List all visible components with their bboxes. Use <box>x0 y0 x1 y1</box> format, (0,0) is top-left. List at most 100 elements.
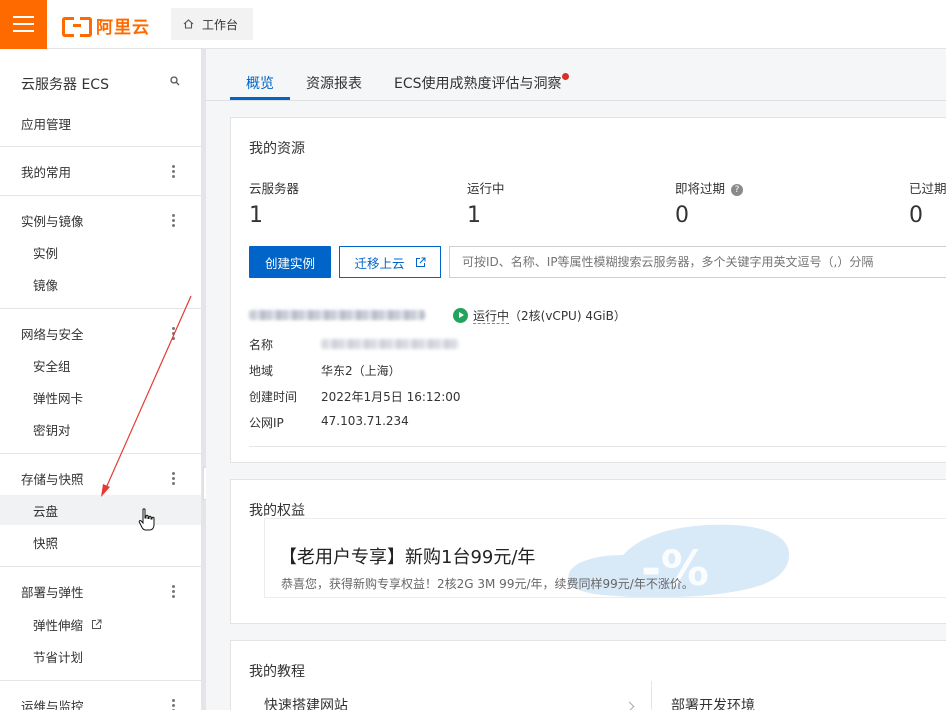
more-icon[interactable] <box>172 585 175 598</box>
sidebar-divider <box>0 146 201 147</box>
promo-subtitle: 恭喜您，获得新购专享权益！2核2G 3M 99元/年，续费同样99元/年不涨价。 <box>281 577 694 591</box>
divider <box>249 446 946 447</box>
my-benefits-card: 我的权益 -% 【老用户专享】新购1台99元/年 恭喜您，获得新购专享权益！2核… <box>230 479 946 624</box>
migrate-button[interactable]: 迁移上云 <box>339 246 441 278</box>
active-tab-indicator <box>230 97 290 100</box>
sidebar-item-label: 节省计划 <box>33 649 84 665</box>
external-link-icon <box>415 257 425 267</box>
sidebar-group-ops-monitor[interactable]: 运维与监控 <box>0 690 201 710</box>
sidebar-item-keypairs[interactable]: 密钥对 <box>0 414 201 444</box>
sidebar-group-label: 网络与安全 <box>21 326 84 342</box>
stat-label-servers: 云服务器 <box>249 181 300 196</box>
aliyun-logo[interactable]: 阿里云 <box>62 14 150 38</box>
workbench-button[interactable]: 工作台 <box>171 8 253 40</box>
hand-cursor-icon <box>138 508 155 531</box>
tab-resource-report[interactable]: 资源报表 <box>306 73 362 101</box>
sidebar-item-auto-scaling[interactable]: 弹性伸缩 <box>0 609 201 639</box>
field-value-public-ip: 47.103.71.234 <box>321 414 409 428</box>
sidebar-item-instances[interactable]: 实例 <box>0 237 201 267</box>
sidebar-item-label: 实例 <box>33 245 59 261</box>
migrate-button-label: 迁移上云 <box>354 255 405 271</box>
sidebar-group-label: 运维与监控 <box>21 698 84 710</box>
sidebar-group-network-security[interactable]: 网络与安全 <box>0 318 201 348</box>
main-content: 概览 资源报表 ECS使用成熟度评估与洞察 我的资源 云服务器 1 运行中 1 … <box>206 49 946 710</box>
stat-value-expired[interactable]: 0 <box>909 203 923 228</box>
sidebar-item-label: 密钥对 <box>33 422 71 438</box>
tutorial-dev-env[interactable]: 部署开发环境 <box>671 695 755 710</box>
sidebar-item-label: 云盘 <box>33 503 59 519</box>
tab-bar: 概览 资源报表 ECS使用成熟度评估与洞察 <box>206 49 946 101</box>
status-label: 运行中 <box>473 309 510 324</box>
sidebar-item-app-management[interactable]: 应用管理 <box>0 108 201 138</box>
sidebar-group-deploy-elastic[interactable]: 部署与弹性 <box>0 576 201 606</box>
sidebar-item-snapshots[interactable]: 快照 <box>0 527 201 557</box>
stat-value-expiring[interactable]: 0 <box>675 203 689 228</box>
stat-label-expiring: 即将过期? <box>675 178 744 197</box>
sidebar-item-label: 弹性伸缩 <box>33 617 84 633</box>
field-value-created: 2022年1月5日 16:12:00 <box>321 390 461 404</box>
stat-label-running: 运行中 <box>467 181 505 196</box>
sidebar-item-label: 快照 <box>33 535 59 551</box>
more-icon[interactable] <box>172 214 175 227</box>
chevron-right-icon <box>624 701 635 710</box>
notification-dot <box>562 73 569 80</box>
instance-spec: （2核(vCPU) 4GiB） <box>509 309 626 323</box>
more-icon[interactable] <box>172 472 175 485</box>
help-icon[interactable]: ? <box>731 184 744 196</box>
sidebar-item-security-groups[interactable]: 安全组 <box>0 350 201 380</box>
instance-name-blurred <box>321 339 459 349</box>
field-key-public-ip: 公网IP <box>249 416 284 430</box>
sidebar-group-instances-images[interactable]: 实例与镜像 <box>0 205 201 235</box>
promo-banner[interactable]: -% 【老用户专享】新购1台99元/年 恭喜您，获得新购专享权益！2核2G 3M… <box>264 518 946 598</box>
more-icon[interactable] <box>172 165 175 178</box>
sidebar-divider <box>0 680 201 681</box>
running-status-icon <box>453 308 468 323</box>
search-icon[interactable] <box>170 76 180 86</box>
menu-button[interactable] <box>0 0 47 49</box>
my-tutorials-card: 我的教程 快速搭建网站 部署开发环境 <box>230 640 946 710</box>
aliyun-logo-icon <box>62 15 92 37</box>
instance-id-blurred[interactable] <box>249 310 425 320</box>
stat-value-running[interactable]: 1 <box>467 203 481 228</box>
divider <box>651 681 652 710</box>
top-bar: 阿里云 工作台 <box>0 0 946 49</box>
sidebar-group-label: 实例与镜像 <box>21 213 84 229</box>
more-icon[interactable] <box>172 699 175 710</box>
tutorial-quick-website[interactable]: 快速搭建网站 <box>264 695 348 710</box>
logo-text: 阿里云 <box>96 17 150 38</box>
field-key-created: 创建时间 <box>249 390 298 404</box>
field-key-name: 名称 <box>249 338 274 352</box>
sidebar-group-label: 我的常用 <box>21 164 72 180</box>
sidebar-item-images[interactable]: 镜像 <box>0 269 201 299</box>
sidebar-divider <box>0 566 201 567</box>
my-resources-card: 我的资源 云服务器 1 运行中 1 即将过期? 0 已过期 0 创建实例 迁移上… <box>230 117 946 463</box>
sidebar-item-label: 安全组 <box>33 358 71 374</box>
card-title: 我的资源 <box>249 141 305 157</box>
sidebar-title: 云服务器 ECS <box>21 77 109 93</box>
sidebar-group-favorites[interactable]: 我的常用 <box>0 156 201 186</box>
external-link-icon <box>92 619 102 629</box>
sidebar-item-savings-plan[interactable]: 节省计划 <box>0 641 201 671</box>
stat-label-expired: 已过期 <box>909 181 946 196</box>
more-icon[interactable] <box>172 327 175 340</box>
card-title: 我的教程 <box>249 664 305 680</box>
card-title: 我的权益 <box>249 503 305 519</box>
stat-label-text: 即将过期 <box>675 181 726 196</box>
sidebar-divider <box>0 195 201 196</box>
sidebar: 云服务器 ECS 应用管理 我的常用 实例与镜像 实例 镜像 网络与安全 安全组… <box>0 49 201 710</box>
field-key-region: 地域 <box>249 364 274 378</box>
field-value-region: 华东2（上海） <box>321 364 401 378</box>
create-instance-button[interactable]: 创建实例 <box>249 246 331 278</box>
sidebar-item-label: 弹性网卡 <box>33 390 84 406</box>
sidebar-item-label: 镜像 <box>33 277 59 293</box>
sidebar-group-storage-snapshots[interactable]: 存储与快照 <box>0 463 201 493</box>
sidebar-item-eni[interactable]: 弹性网卡 <box>0 382 201 412</box>
workbench-label: 工作台 <box>202 17 239 32</box>
instance-search-input[interactable] <box>449 246 946 278</box>
sidebar-divider <box>0 453 201 454</box>
stat-value-servers[interactable]: 1 <box>249 203 263 228</box>
sidebar-group-label: 部署与弹性 <box>21 584 84 600</box>
tab-maturity-assessment[interactable]: ECS使用成熟度评估与洞察 <box>394 73 562 101</box>
sidebar-item-cloud-disk[interactable]: 云盘 <box>0 495 201 525</box>
instance-status: 运行中（2核(vCPU) 4GiB） <box>473 307 626 324</box>
